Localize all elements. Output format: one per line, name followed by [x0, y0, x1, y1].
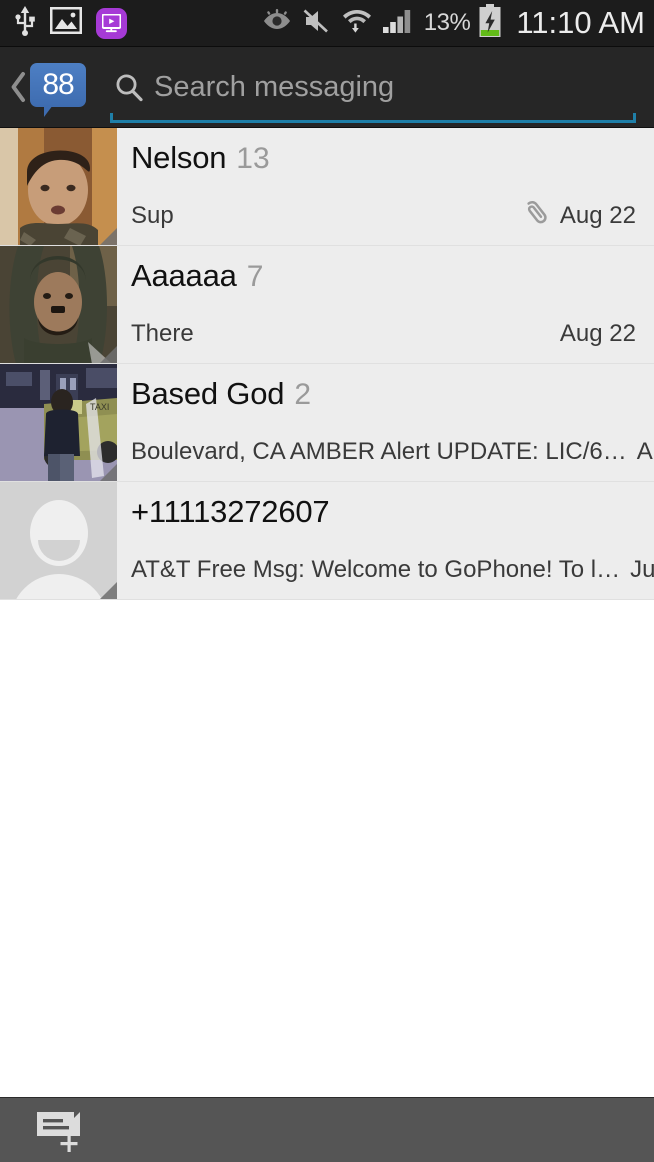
conversation-name: +11113272607: [131, 493, 330, 529]
search-underline: [110, 113, 636, 123]
avatar-corner-marker: [99, 346, 117, 363]
conversation-name: Aaaaaa: [131, 257, 237, 293]
conversation-meta: Jul 19: [630, 556, 654, 584]
svg-text:TAXI: TAXI: [90, 402, 109, 412]
conversation-body: Aaaaaa 7 There Aug 22: [117, 246, 654, 363]
battery-charging-icon: [478, 3, 502, 43]
conversation-row[interactable]: Aaaaaa 7 There Aug 22: [0, 246, 654, 364]
conversation-date: Aug 22: [559, 201, 636, 229]
message-snippet: Boulevard, CA AMBER Alert UPDATE: LIC/6…: [131, 437, 627, 465]
wifi-transfer-icon: [342, 7, 372, 39]
conversation-meta: Aug 22: [521, 198, 636, 233]
conversation-body: +11113272607 AT&T Free Msg: Welcome to G…: [117, 482, 654, 599]
message-count: 7: [246, 259, 264, 293]
sound-muted-icon: [302, 8, 332, 39]
conversation-name: Nelson: [131, 139, 227, 175]
search-icon: [110, 72, 148, 102]
message-count: 2: [294, 377, 311, 411]
conversation-date: Jul 19: [630, 555, 654, 583]
battery-percent-label: 13%: [423, 9, 471, 36]
speech-bubble-icon: 88: [30, 63, 86, 107]
search-bar[interactable]: [110, 47, 654, 128]
message-snippet: AT&T Free Msg: Welcome to GoPhone! To l…: [131, 555, 621, 583]
smart-stay-eye-icon: [262, 8, 292, 38]
message-snippet: Sup: [131, 201, 174, 229]
conversation-meta: Aug 6: [637, 438, 654, 466]
back-button[interactable]: [8, 71, 28, 103]
avatar[interactable]: [0, 246, 117, 363]
compose-message-icon: [37, 1112, 80, 1152]
avatar[interactable]: [0, 482, 117, 599]
conversation-date: Aug 22: [559, 319, 636, 347]
avatar-corner-marker: [99, 582, 117, 599]
usb-icon: [14, 5, 36, 41]
action-bar: 88: [0, 47, 654, 128]
new-message-button[interactable]: [30, 1104, 94, 1156]
status-bar-right-icons: 13% 11:10 AM: [262, 3, 645, 43]
messaging-app-badge[interactable]: 88: [30, 61, 86, 117]
cellular-signal-icon: [382, 8, 414, 39]
conversation-meta: Aug 22: [560, 320, 636, 348]
conversation-row[interactable]: +11113272607 AT&T Free Msg: Welcome to G…: [0, 482, 654, 600]
message-count: 13: [236, 141, 270, 175]
conversation-name: Based God: [131, 375, 285, 411]
speech-bubble-tail-icon: [44, 105, 62, 117]
avatar-corner-marker: [99, 228, 117, 245]
conversation-body: Nelson 13 Sup Aug 22: [117, 128, 654, 245]
unread-count-label: 88: [42, 67, 74, 101]
empty-list-area: [0, 600, 654, 1092]
avatar[interactable]: TAXI: [0, 364, 117, 481]
message-snippet: There: [131, 319, 194, 347]
conversation-row[interactable]: Nelson 13 Sup Aug 22: [0, 128, 654, 246]
search-input[interactable]: [154, 70, 636, 104]
status-bar-clock: 11:10 AM: [516, 5, 645, 40]
conversation-body: Based God 2 Boulevard, CA AMBER Alert UP…: [117, 364, 654, 481]
status-bar: 13% 11:10 AM: [0, 0, 654, 47]
purple-app-icon: [96, 7, 127, 39]
bottom-action-bar: [0, 1097, 654, 1162]
status-bar-left-icons: [14, 5, 127, 41]
avatar-corner-marker: [99, 464, 117, 481]
conversation-list: Nelson 13 Sup Aug 22 Aaaaaa 7 There Aug …: [0, 128, 654, 600]
image-icon: [49, 6, 83, 39]
attachment-icon: [521, 198, 551, 233]
conversation-date: Aug 6: [636, 437, 654, 465]
avatar[interactable]: [0, 128, 117, 245]
conversation-row[interactable]: TAXI Based God 2 Boulevard, CA AMBER Ale…: [0, 364, 654, 482]
messaging-app-screen: 13% 11:10 AM 88 Search messaging Nelson …: [0, 0, 654, 1162]
